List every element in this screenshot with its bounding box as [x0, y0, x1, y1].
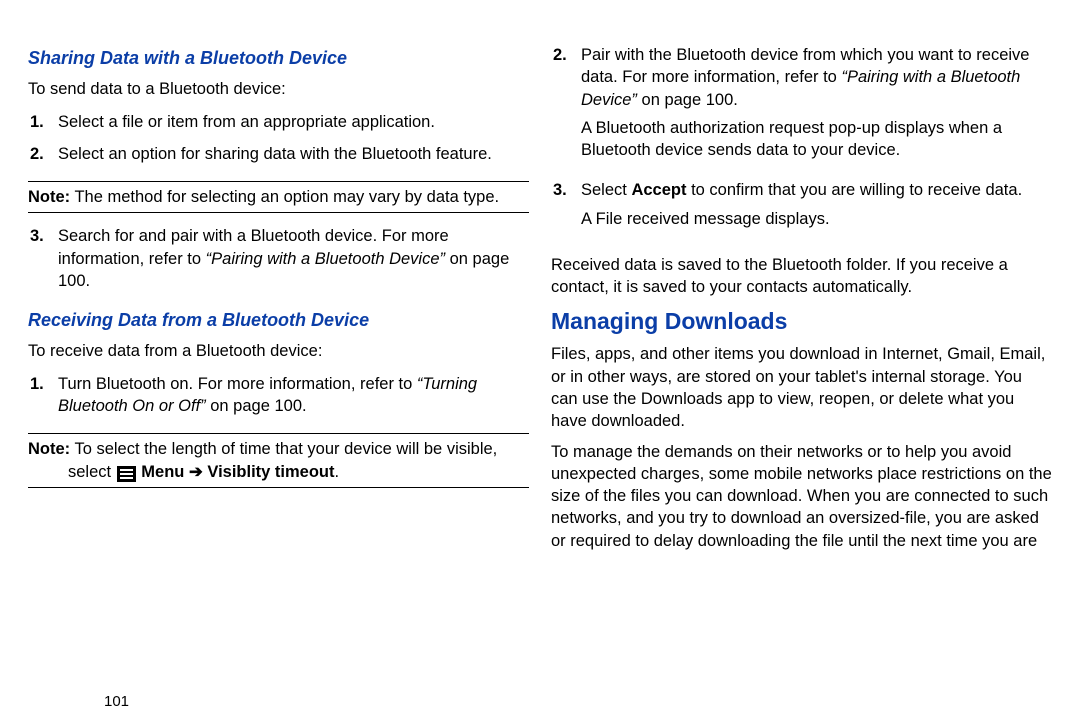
visibility-timeout-label: Visiblity timeout: [207, 463, 334, 481]
xref-pairing: “Pairing with a Bluetooth Device”: [206, 250, 445, 268]
arrow-icon: ➔: [184, 463, 207, 481]
step-number: 3.: [553, 179, 567, 201]
receive-step-2: 2. Pair with the Bluetooth device from w…: [573, 42, 1052, 177]
left-column: Sharing Data with a Bluetooth Device To …: [28, 40, 529, 680]
note-text: The method for selecting an option may v…: [70, 188, 499, 206]
send-steps: 1. Select a file or item from an appropr…: [28, 109, 529, 174]
step-subpara: A Bluetooth authorization request pop-up…: [581, 117, 1052, 162]
step-number: 3.: [30, 225, 44, 247]
send-step-1: 1. Select a file or item from an appropr…: [50, 109, 529, 141]
step-subpara: A File received message displays.: [581, 208, 1052, 230]
step-text: Turn Bluetooth on. For more information,…: [58, 375, 417, 393]
intro-receive: To receive data from a Bluetooth device:: [28, 340, 529, 362]
step-number: 1.: [30, 111, 44, 133]
accept-label: Accept: [631, 181, 686, 199]
received-data-saved: Received data is saved to the Bluetooth …: [551, 254, 1052, 299]
step-text-end: on page 100.: [206, 397, 307, 415]
note-text-end: .: [335, 463, 340, 481]
menu-label: Menu: [141, 463, 184, 481]
step-number: 2.: [30, 143, 44, 165]
page-footer: 101: [28, 680, 1052, 712]
managing-p2: To manage the demands on their networks …: [551, 441, 1052, 552]
heading-sharing: Sharing Data with a Bluetooth Device: [28, 46, 529, 70]
receive-step-1: 1. Turn Bluetooth on. For more informati…: [50, 371, 529, 426]
managing-p1: Files, apps, and other items you downloa…: [551, 343, 1052, 432]
send-step-2: 2. Select an option for sharing data wit…: [50, 141, 529, 173]
step-number: 2.: [553, 44, 567, 66]
two-column-layout: Sharing Data with a Bluetooth Device To …: [28, 40, 1052, 680]
heading-managing-downloads: Managing Downloads: [551, 306, 1052, 337]
step-text-end: on page 100.: [637, 91, 738, 109]
send-step-3: 3. Search for and pair with a Bluetooth …: [50, 223, 529, 300]
receive-steps-cont: 2. Pair with the Bluetooth device from w…: [551, 42, 1052, 246]
note-label: Note:: [28, 188, 70, 206]
intro-send: To send data to a Bluetooth device:: [28, 78, 529, 100]
send-steps-cont: 3. Search for and pair with a Bluetooth …: [28, 223, 529, 300]
right-column: 2. Pair with the Bluetooth device from w…: [551, 40, 1052, 680]
note-label: Note:: [28, 440, 70, 458]
receive-step-3: 3. Select Accept to confirm that you are…: [573, 177, 1052, 246]
menu-icon: [117, 466, 136, 482]
step-text: Select: [581, 181, 631, 199]
note-visibility-timeout: Note: To select the length of time that …: [28, 433, 529, 488]
step-text: Select an option for sharing data with t…: [58, 145, 492, 163]
step-number: 1.: [30, 373, 44, 395]
step-text-end: to confirm that you are willing to recei…: [686, 181, 1022, 199]
note-method-vary: Note: The method for selecting an option…: [28, 181, 529, 213]
heading-receiving: Receiving Data from a Bluetooth Device: [28, 308, 529, 332]
page-number: 101: [104, 693, 129, 710]
receive-steps: 1. Turn Bluetooth on. For more informati…: [28, 371, 529, 426]
step-text: Select a file or item from an appropriat…: [58, 113, 435, 131]
